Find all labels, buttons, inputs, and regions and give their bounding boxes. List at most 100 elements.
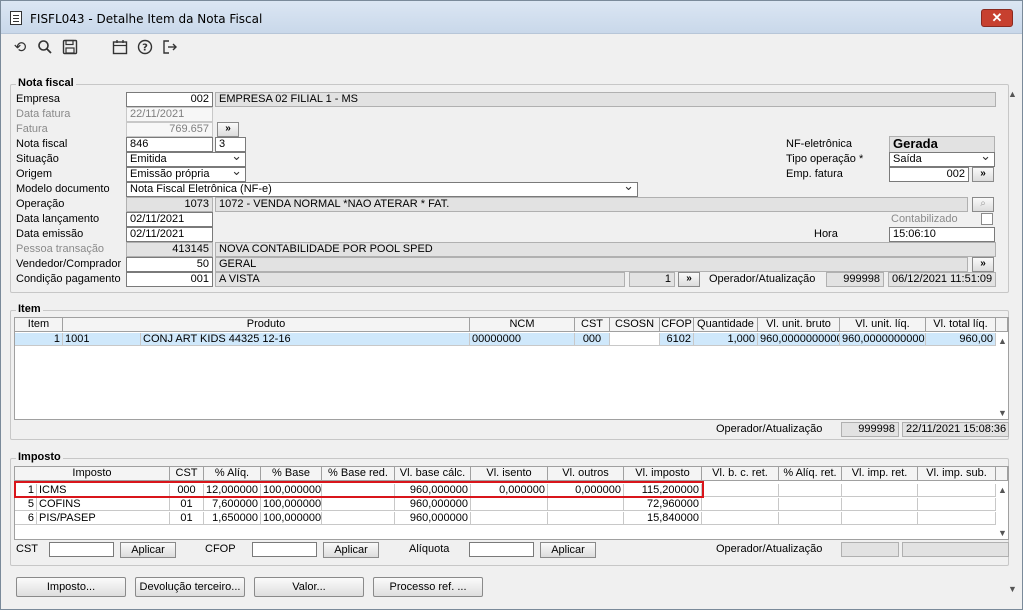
imposto-imp-sub-cell[interactable] <box>918 512 996 525</box>
imposto-isento-cell[interactable] <box>471 512 548 525</box>
undo-icon[interactable]: ⟲ <box>11 39 29 57</box>
item-quantidade-cell[interactable]: 1,000 <box>694 333 758 346</box>
imposto-imp-ret-cell[interactable] <box>842 512 918 525</box>
item-header[interactable]: Vl. total líq. <box>926 318 996 332</box>
imposto-code-cell[interactable]: 5 <box>15 498 37 511</box>
hora-input[interactable]: 15:06:10 <box>889 227 995 242</box>
nota-fiscal-number-input[interactable]: 846 <box>126 137 213 152</box>
scroll-down-icon[interactable]: ▼ <box>1008 584 1017 594</box>
imposto-outros-cell[interactable] <box>548 498 624 511</box>
imposto-cst-cell[interactable]: 01 <box>170 512 204 525</box>
processo-ref-button[interactable]: Processo ref. ... <box>373 577 483 597</box>
imposto-scroll-up-icon[interactable]: ▲ <box>998 485 1007 495</box>
item-product-name-cell[interactable]: CONJ ART KIDS 44325 12-16 <box>141 333 470 346</box>
item-header[interactable]: CSOSN <box>610 318 660 332</box>
imposto-imp-ret-cell[interactable] <box>842 498 918 511</box>
imposto-imp-sub-cell[interactable] <box>918 498 996 511</box>
nota-fiscal-serie-input[interactable]: 3 <box>215 137 246 152</box>
imposto-base-cell[interactable]: 100,000000 <box>261 498 322 511</box>
imposto-header[interactable]: Imposto <box>15 467 170 481</box>
imposto-scroll-down-icon[interactable]: ▼ <box>998 528 1007 538</box>
calendar-icon[interactable] <box>111 39 129 57</box>
imposto-bc-ret-cell[interactable] <box>702 498 779 511</box>
item-scroll-up-icon[interactable]: ▲ <box>998 336 1007 346</box>
cst-apply-button[interactable]: Aplicar <box>120 542 176 558</box>
imposto-header[interactable]: % Alíq. ret. <box>779 467 842 481</box>
imposto-imp-ret-cell[interactable] <box>842 484 918 497</box>
imposto-aliq-ret-cell[interactable] <box>779 498 842 511</box>
vendedor-lookup-button[interactable]: » <box>972 257 994 272</box>
item-header[interactable]: NCM <box>470 318 575 332</box>
save-icon[interactable] <box>61 39 79 57</box>
origem-select[interactable]: Emissão própria <box>126 167 246 182</box>
imposto-header[interactable]: Vl. isento <box>471 467 548 481</box>
emp-fatura-input[interactable]: 002 <box>889 167 969 182</box>
imposto-name-cell[interactable]: COFINS <box>37 498 170 511</box>
item-ncm-cell[interactable]: 00000000 <box>470 333 575 346</box>
item-header[interactable]: Vl. unit. líq. <box>840 318 926 332</box>
item-header[interactable]: Item <box>15 318 63 332</box>
item-header[interactable]: Quantidade <box>694 318 758 332</box>
imposto-header[interactable]: % Base red. <box>322 467 395 481</box>
fatura-lookup-button[interactable]: » <box>217 122 239 137</box>
imposto-aliq-ret-cell[interactable] <box>779 512 842 525</box>
imposto-button[interactable]: Imposto... <box>16 577 126 597</box>
cfop-filter-input[interactable] <box>252 542 317 557</box>
cfop-apply-button[interactable]: Aplicar <box>323 542 379 558</box>
emp-fatura-lookup-button[interactable]: » <box>972 167 994 182</box>
search-icon[interactable] <box>36 39 54 57</box>
imposto-header[interactable]: Vl. imposto <box>624 467 702 481</box>
imposto-header[interactable]: % Base <box>261 467 322 481</box>
item-header[interactable]: Produto <box>63 318 470 332</box>
item-cell[interactable]: 1 <box>15 333 63 346</box>
imposto-valor-cell[interactable]: 72,960000 <box>624 498 702 511</box>
item-product-code-cell[interactable]: 1001 <box>63 333 141 346</box>
item-cst-cell[interactable]: 000 <box>575 333 610 346</box>
situacao-select[interactable]: Emitida <box>126 152 246 167</box>
item-unit-bruto-cell[interactable]: 960,0000000000 <box>758 333 840 346</box>
imposto-outros-cell[interactable] <box>548 512 624 525</box>
imposto-base-calc-cell[interactable]: 960,000000 <box>395 512 471 525</box>
contabilizado-checkbox[interactable] <box>981 213 993 225</box>
item-header[interactable]: CST <box>575 318 610 332</box>
imposto-imp-sub-cell[interactable] <box>918 484 996 497</box>
imposto-cst-cell[interactable]: 01 <box>170 498 204 511</box>
cst-filter-input[interactable] <box>49 542 114 557</box>
imposto-header[interactable]: Vl. imp. ret. <box>842 467 918 481</box>
imposto-base-red-cell[interactable] <box>322 498 395 511</box>
imposto-base-calc-cell[interactable]: 960,000000 <box>395 498 471 511</box>
item-total-liq-cell[interactable]: 960,00 <box>926 333 996 346</box>
aliquota-apply-button[interactable]: Aplicar <box>540 542 596 558</box>
imposto-bc-ret-cell[interactable] <box>702 484 779 497</box>
item-header[interactable]: CFOP <box>660 318 694 332</box>
scroll-up-icon[interactable]: ▲ <box>1008 89 1017 99</box>
vendedor-code-input[interactable]: 50 <box>126 257 213 272</box>
item-header[interactable]: Vl. unit. bruto <box>758 318 840 332</box>
close-button[interactable]: ✕ <box>981 9 1013 27</box>
imposto-header[interactable]: % Alíq. <box>204 467 261 481</box>
imposto-code-cell[interactable]: 6 <box>15 512 37 525</box>
operacao-search-button[interactable]: ⌕ <box>972 197 994 212</box>
valor-button[interactable]: Valor... <box>254 577 364 597</box>
condicao-code-input[interactable]: 001 <box>126 272 213 287</box>
imposto-aliq-cell[interactable]: 7,600000 <box>204 498 261 511</box>
item-unit-liq-cell[interactable]: 960,0000000000 <box>840 333 926 346</box>
item-scroll-down-icon[interactable]: ▼ <box>998 408 1007 418</box>
imposto-bc-ret-cell[interactable] <box>702 512 779 525</box>
imposto-isento-cell[interactable] <box>471 498 548 511</box>
imposto-header[interactable]: Vl. b. c. ret. <box>702 467 779 481</box>
item-csosn-cell[interactable] <box>610 333 660 346</box>
data-emissao-input[interactable]: 02/11/2021 <box>126 227 213 242</box>
aliquota-filter-input[interactable] <box>469 542 534 557</box>
imposto-aliq-cell[interactable]: 1,650000 <box>204 512 261 525</box>
devolucao-terceiro-button[interactable]: Devolução terceiro... <box>135 577 245 597</box>
imposto-header[interactable]: CST <box>170 467 204 481</box>
empresa-code-input[interactable]: 002 <box>126 92 213 107</box>
item-cfop-cell[interactable]: 6102 <box>660 333 694 346</box>
imposto-header[interactable]: Vl. outros <box>548 467 624 481</box>
imposto-aliq-ret-cell[interactable] <box>779 484 842 497</box>
imposto-base-red-cell[interactable] <box>322 512 395 525</box>
tipo-operacao-select[interactable]: Saída <box>889 152 995 167</box>
imposto-header[interactable]: Vl. base cálc. <box>395 467 471 481</box>
modelo-documento-select[interactable]: Nota Fiscal Eletrônica (NF-e) <box>126 182 638 197</box>
